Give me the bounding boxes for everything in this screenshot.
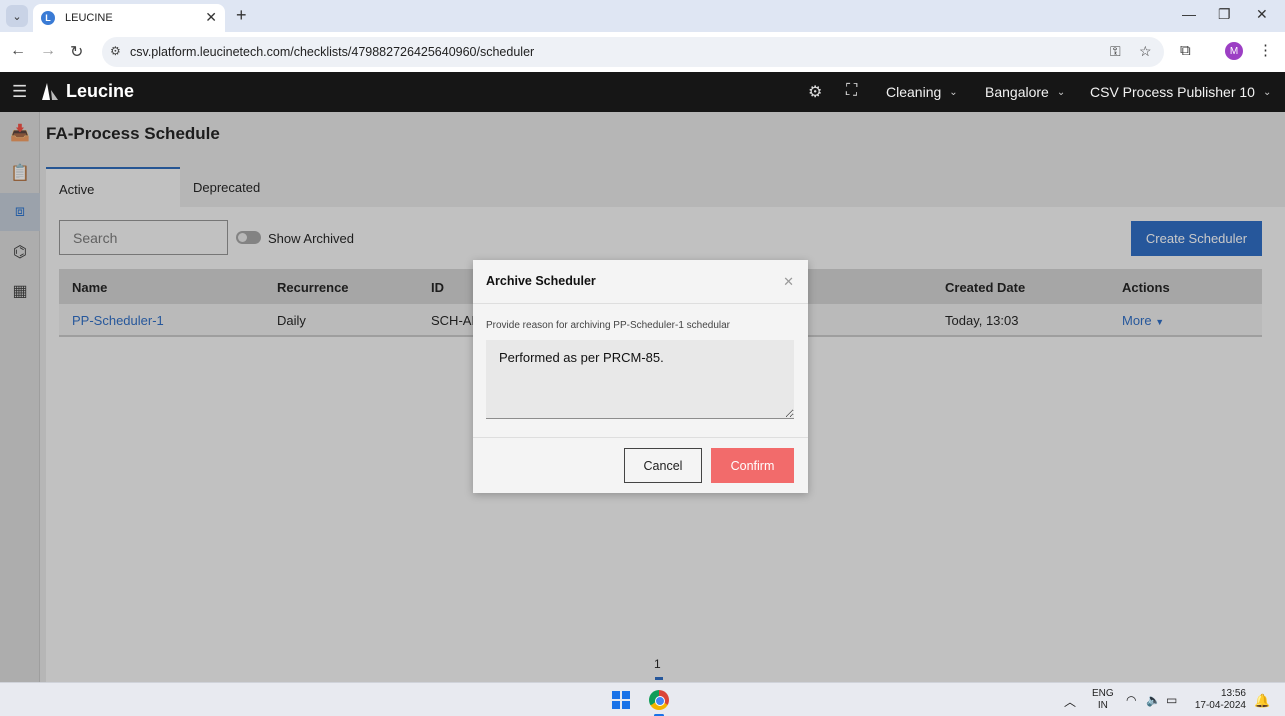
url-text[interactable]: csv.platform.leucinetech.com/checklists/… — [130, 45, 534, 59]
back-icon[interactable]: ← — [10, 42, 26, 60]
facility-dropdown[interactable]: Cleaning ⌄ — [886, 84, 958, 100]
close-icon[interactable]: ✕ — [783, 274, 794, 290]
language-indicator[interactable]: ENG IN — [1092, 688, 1114, 712]
forward-icon[interactable]: → — [40, 42, 56, 60]
volume-icon[interactable]: 🔈 — [1146, 693, 1161, 707]
facility-label: Cleaning — [886, 84, 942, 100]
hamburger-menu-icon[interactable]: ☰ — [12, 82, 27, 102]
leucine-logo-icon — [42, 83, 58, 100]
settings-gear-icon[interactable]: ⚙ — [808, 82, 822, 102]
site-info-icon[interactable]: ⚙ — [110, 44, 121, 58]
browser-tab-title: LEUCINE — [65, 12, 113, 24]
modal-footer-divider — [473, 437, 808, 438]
browser-toolbar: ← → ↻ ⚙ csv.platform.leucinetech.com/che… — [0, 32, 1285, 72]
restore-icon[interactable]: ❐ — [1218, 6, 1231, 23]
scan-icon[interactable]: ⛶ — [846, 82, 857, 100]
address-bar[interactable]: ⚙ csv.platform.leucinetech.com/checklist… — [102, 37, 1164, 67]
close-tab-icon[interactable]: ✕ — [205, 9, 217, 26]
user-dropdown[interactable]: CSV Process Publisher 10 ⌄ — [1090, 84, 1271, 100]
window-close-icon[interactable]: ✕ — [1256, 6, 1268, 23]
app-header: ☰ Leucine ⚙ ⛶ Cleaning ⌄ Bangalore ⌄ CSV… — [0, 72, 1285, 112]
language-code: ENG — [1092, 688, 1114, 699]
bookmark-star-icon[interactable]: ☆ — [1139, 43, 1152, 60]
modal-title: Archive Scheduler — [486, 274, 596, 288]
user-label: CSV Process Publisher 10 — [1090, 84, 1255, 100]
password-key-icon[interactable]: ⚿ — [1110, 43, 1121, 60]
chevron-down-icon: ⌄ — [949, 86, 958, 98]
modal-divider — [473, 303, 808, 304]
wifi-icon[interactable]: ◠ — [1126, 693, 1136, 707]
profile-avatar[interactable]: M — [1225, 42, 1243, 60]
minimize-icon[interactable]: — — [1182, 6, 1196, 22]
notification-bell-icon[interactable]: 🔔 — [1254, 693, 1270, 709]
confirm-button[interactable]: Confirm — [711, 448, 794, 483]
new-tab-icon[interactable]: + — [236, 5, 247, 26]
location-dropdown[interactable]: Bangalore ⌄ — [985, 84, 1065, 100]
archive-reason-textarea[interactable]: Performed as per PRCM-85. — [486, 340, 794, 419]
extensions-icon[interactable]: ⧉ — [1180, 42, 1191, 59]
archive-scheduler-modal: Archive Scheduler ✕ Provide reason for a… — [473, 260, 808, 493]
battery-icon[interactable]: ▭ — [1166, 693, 1177, 707]
windows-taskbar: ︿ ENG IN ◠ 🔈 ▭ 13:56 17-04-2024 🔔 — [0, 682, 1285, 716]
cancel-button[interactable]: Cancel — [624, 448, 702, 483]
chevron-down-icon: ⌄ — [1262, 86, 1272, 98]
system-clock[interactable]: 13:56 17-04-2024 — [1192, 688, 1246, 712]
chrome-icon[interactable] — [649, 690, 669, 710]
clock-time: 13:56 — [1220, 688, 1246, 699]
location-label: Bangalore — [985, 84, 1049, 100]
region-code: IN — [1097, 700, 1108, 711]
browser-menu-icon[interactable]: ⋮ — [1258, 41, 1273, 59]
archive-reason-prompt: Provide reason for archiving PP-Schedule… — [486, 320, 731, 331]
clock-date: 17-04-2024 — [1194, 700, 1246, 711]
browser-tabbar: ⌄ L LEUCINE ✕ + — ❐ ✕ — [0, 0, 1285, 32]
reload-icon[interactable]: ↻ — [70, 42, 83, 62]
browser-tab[interactable]: L LEUCINE ✕ — [33, 4, 225, 32]
show-hidden-icons-icon[interactable]: ︿ — [1064, 693, 1076, 710]
leucine-favicon-icon: L — [41, 11, 55, 25]
chevron-down-icon: ⌄ — [1056, 86, 1066, 98]
brand-name: Leucine — [66, 81, 135, 101]
tab-search-icon[interactable]: ⌄ — [6, 5, 28, 27]
windows-start-icon[interactable] — [612, 691, 630, 709]
